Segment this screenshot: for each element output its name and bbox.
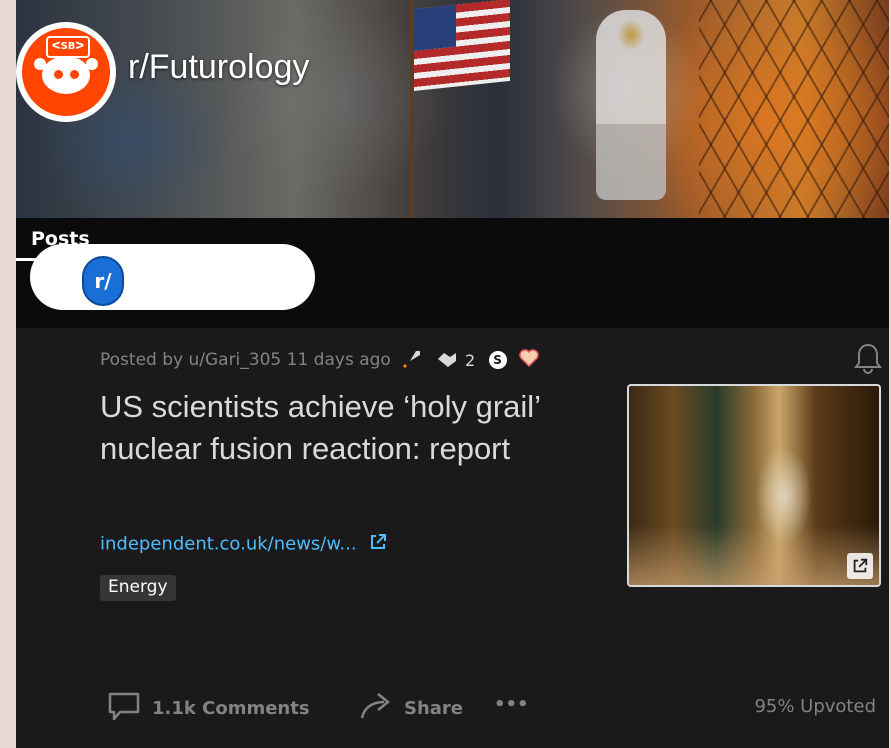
post-meta: Posted by u/Gari_305 11 days ago 2 S (100, 347, 540, 373)
award-count: 2 (465, 350, 476, 370)
subreddit-title[interactable]: r/Futurology (128, 48, 309, 87)
alien-eye-right (70, 70, 79, 79)
alien-eye-left (54, 70, 63, 79)
app-frame: ᐸSBᐳ r/Futurology Posts r/ Posted by u/G… (16, 0, 889, 748)
banner-art-astronaut (596, 10, 666, 200)
banner-art-hexagons (699, 0, 889, 218)
post-meta-text[interactable]: Posted by u/Gari_305 11 days ago (100, 350, 391, 370)
comments-button[interactable]: 1.1k Comments (106, 688, 310, 729)
share-icon (358, 688, 394, 729)
comments-label: 1.1k Comments (152, 698, 310, 719)
post-flair[interactable]: Energy (100, 575, 176, 601)
search-pill[interactable] (30, 244, 315, 310)
post-link-text[interactable]: independent.co.uk/news/w... (100, 534, 357, 555)
subreddit-avatar[interactable]: ᐸSBᐳ (16, 22, 116, 122)
post-thumbnail[interactable] (627, 384, 881, 587)
subreddit-r-icon[interactable]: r/ (82, 256, 124, 306)
share-button[interactable]: Share (358, 688, 463, 729)
banner-art-flag (414, 0, 510, 92)
post-title[interactable]: US scientists achieve ‘holy grail’ nucle… (100, 386, 590, 470)
notification-bell-icon[interactable] (853, 342, 883, 374)
alien-head (42, 56, 90, 94)
post-card[interactable]: Posted by u/Gari_305 11 days ago 2 S US … (16, 328, 889, 748)
post-link[interactable]: independent.co.uk/news/w... (100, 532, 388, 557)
rocket-award-icon[interactable] (402, 347, 424, 373)
more-options-icon: ••• (494, 694, 529, 715)
avatar-sign: ᐸSBᐳ (46, 36, 90, 58)
handshake-award-icon[interactable] (436, 347, 458, 373)
comment-icon (106, 688, 142, 729)
snoo-icon: ᐸSBᐳ (22, 28, 110, 116)
subreddit-banner: ᐸSBᐳ r/Futurology (16, 0, 889, 218)
silver-coin-icon[interactable]: S (488, 351, 507, 369)
upvote-ratio: 95% Upvoted (754, 696, 876, 717)
heart-award-icon[interactable] (518, 347, 540, 373)
thumbnail-external-link-icon[interactable] (847, 553, 873, 579)
share-label: Share (404, 698, 464, 719)
external-link-icon[interactable] (368, 532, 388, 557)
post-actions: 1.1k Comments Share ••• 95% Upvoted (106, 688, 876, 728)
more-options-button[interactable]: ••• (494, 694, 529, 715)
